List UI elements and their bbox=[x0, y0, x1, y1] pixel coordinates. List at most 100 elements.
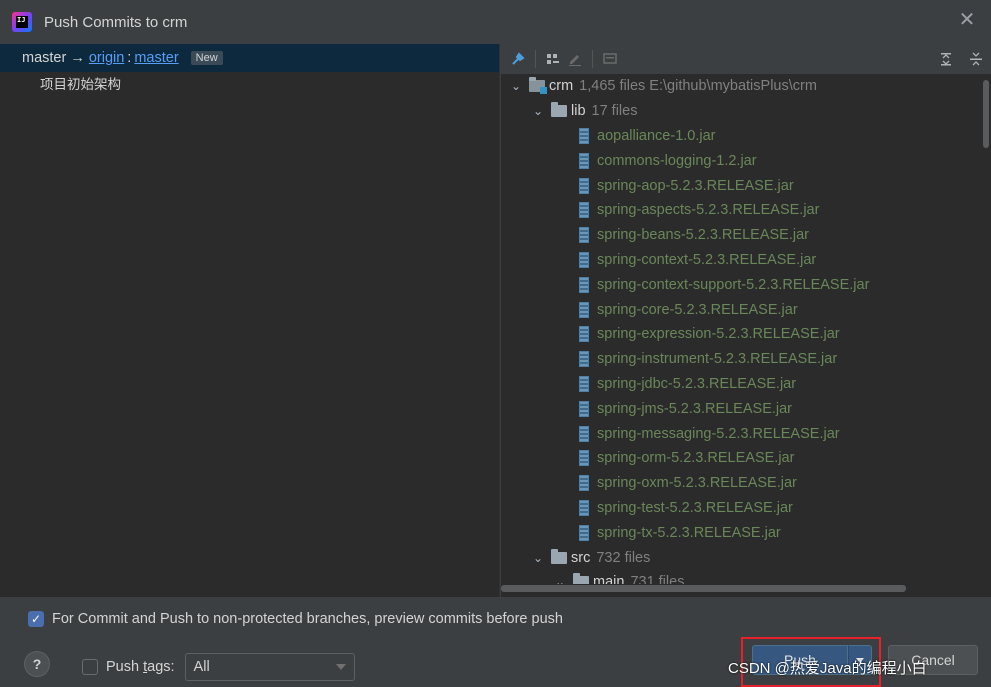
tree-node-name: src bbox=[571, 549, 591, 566]
arrow-icon: → bbox=[70, 50, 85, 66]
push-tags-label: Push tags: bbox=[106, 659, 175, 675]
chevron-down-icon[interactable]: ⌄ bbox=[531, 104, 545, 118]
jar-file-icon bbox=[579, 177, 589, 194]
jar-file-name: spring-core-5.2.3.RELEASE.jar bbox=[597, 301, 798, 318]
jar-file-icon bbox=[579, 152, 589, 169]
tree-file-jar[interactable]: spring-aspects-5.2.3.RELEASE.jar bbox=[501, 198, 983, 223]
tree-node-main[interactable]: ⌄ main 731 files bbox=[501, 570, 983, 584]
tree-file-jar[interactable]: spring-expression-5.2.3.RELEASE.jar bbox=[501, 322, 983, 347]
jar-file-name: spring-test-5.2.3.RELEASE.jar bbox=[597, 499, 793, 516]
tree-node-lib[interactable]: ⌄ lib 17 files bbox=[501, 99, 983, 124]
branch-row[interactable]: master → origin : master New bbox=[0, 44, 499, 72]
help-button[interactable]: ? bbox=[24, 651, 50, 677]
window-title: Push Commits to crm bbox=[44, 13, 188, 31]
file-tree: ⌄ crm 1,465 files E:\github\mybatisPlus\… bbox=[501, 74, 983, 584]
remote-branch-link[interactable]: master bbox=[134, 50, 178, 66]
jar-file-icon bbox=[579, 400, 589, 417]
title-bar: IJ Push Commits to crm ✕ bbox=[0, 0, 991, 44]
jar-file-icon bbox=[579, 251, 589, 268]
tree-node-meta: 731 files bbox=[630, 574, 685, 584]
preview-icon[interactable] bbox=[599, 48, 621, 70]
jar-file-icon bbox=[579, 375, 589, 392]
expand-all-icon[interactable] bbox=[935, 48, 957, 70]
edit-icon[interactable] bbox=[564, 48, 586, 70]
horizontal-scrollbar[interactable] bbox=[501, 585, 906, 592]
chevron-down-icon[interactable]: ⌄ bbox=[509, 79, 523, 93]
pin-icon[interactable] bbox=[507, 48, 529, 70]
jar-file-icon bbox=[579, 425, 589, 442]
push-tags-checkbox[interactable] bbox=[82, 659, 98, 675]
push-tags-label-suffix: ags: bbox=[147, 659, 175, 675]
tree-node-crm[interactable]: ⌄ crm 1,465 files E:\github\mybatisPlus\… bbox=[501, 74, 983, 99]
tree-file-jar[interactable]: spring-test-5.2.3.RELEASE.jar bbox=[501, 496, 983, 521]
remote-name-link[interactable]: origin bbox=[89, 50, 124, 66]
chevron-down-icon[interactable]: ⌄ bbox=[553, 575, 567, 584]
tree-file-jar[interactable]: spring-context-support-5.2.3.RELEASE.jar bbox=[501, 272, 983, 297]
changes-pane: ⌄ crm 1,465 files E:\github\mybatisPlus\… bbox=[501, 44, 991, 597]
folder-icon bbox=[573, 573, 589, 584]
preview-commits-option[interactable]: For Commit and Push to non-protected bra… bbox=[28, 611, 563, 627]
jar-file-icon bbox=[579, 127, 589, 144]
jar-file-name: spring-orm-5.2.3.RELEASE.jar bbox=[597, 450, 795, 467]
tree-file-jar[interactable]: spring-oxm-5.2.3.RELEASE.jar bbox=[501, 471, 983, 496]
tags-select[interactable]: All bbox=[184, 653, 355, 681]
dialog-footer: For Commit and Push to non-protected bra… bbox=[0, 597, 991, 687]
preview-commits-label: For Commit and Push to non-protected bra… bbox=[52, 611, 563, 627]
jar-file-icon bbox=[579, 301, 589, 318]
jar-file-icon bbox=[579, 524, 589, 541]
tree-node-meta: 732 files bbox=[596, 549, 651, 566]
branch-separator: : bbox=[127, 50, 132, 66]
tree-node-meta: 1,465 files E:\github\mybatisPlus\crm bbox=[579, 78, 817, 95]
close-icon[interactable]: ✕ bbox=[957, 10, 977, 30]
tree-file-jar[interactable]: spring-instrument-5.2.3.RELEASE.jar bbox=[501, 347, 983, 372]
preview-commits-checkbox[interactable] bbox=[28, 611, 44, 627]
new-branch-badge: New bbox=[190, 51, 223, 65]
group-icon[interactable] bbox=[542, 48, 564, 70]
jar-file-name: spring-aspects-5.2.3.RELEASE.jar bbox=[597, 202, 820, 219]
jar-list: aopalliance-1.0.jar commons-logging-1.2.j… bbox=[501, 124, 983, 546]
push-tags-label-prefix: Push bbox=[106, 659, 144, 675]
jar-file-icon bbox=[579, 499, 589, 516]
jar-file-name: spring-expression-5.2.3.RELEASE.jar bbox=[597, 326, 840, 343]
push-button[interactable]: Push bbox=[752, 645, 848, 675]
toolbar-separator bbox=[592, 50, 593, 68]
jar-file-name: spring-context-support-5.2.3.RELEASE.jar bbox=[597, 276, 870, 293]
jar-file-name: commons-logging-1.2.jar bbox=[597, 152, 757, 169]
push-tags-option[interactable]: Push tags: All bbox=[82, 653, 355, 681]
folder-icon bbox=[551, 548, 567, 564]
chevron-down-icon bbox=[335, 664, 346, 670]
tree-file-jar[interactable]: spring-orm-5.2.3.RELEASE.jar bbox=[501, 446, 983, 471]
tree-node-name: crm bbox=[549, 78, 574, 95]
changes-toolbar bbox=[501, 44, 991, 74]
push-button-group: Push bbox=[752, 645, 872, 675]
tree-file-jar[interactable]: spring-aop-5.2.3.RELEASE.jar bbox=[501, 173, 983, 198]
vertical-scrollbar[interactable] bbox=[983, 80, 989, 148]
push-options-dropdown[interactable] bbox=[848, 645, 872, 675]
tree-file-jar[interactable]: spring-beans-5.2.3.RELEASE.jar bbox=[501, 223, 983, 248]
local-branch: master bbox=[22, 50, 67, 66]
jar-file-name: spring-messaging-5.2.3.RELEASE.jar bbox=[597, 425, 840, 442]
tree-file-jar[interactable]: spring-jdbc-5.2.3.RELEASE.jar bbox=[501, 372, 983, 397]
jar-file-name: spring-oxm-5.2.3.RELEASE.jar bbox=[597, 475, 797, 492]
chevron-down-icon[interactable]: ⌄ bbox=[531, 551, 545, 565]
tree-file-jar[interactable]: aopalliance-1.0.jar bbox=[501, 124, 983, 149]
tree-file-jar[interactable]: spring-context-5.2.3.RELEASE.jar bbox=[501, 248, 983, 273]
jar-file-name: spring-aop-5.2.3.RELEASE.jar bbox=[597, 177, 794, 194]
jar-file-name: spring-tx-5.2.3.RELEASE.jar bbox=[597, 524, 781, 541]
tree-file-jar[interactable]: commons-logging-1.2.jar bbox=[501, 148, 983, 173]
jar-file-name: aopalliance-1.0.jar bbox=[597, 127, 716, 144]
tree-file-jar[interactable]: spring-jms-5.2.3.RELEASE.jar bbox=[501, 396, 983, 421]
commit-item[interactable]: 项目初始架构 bbox=[0, 72, 499, 94]
tree-file-jar[interactable]: spring-messaging-5.2.3.RELEASE.jar bbox=[501, 421, 983, 446]
jar-file-icon bbox=[579, 351, 589, 368]
tree-node-src[interactable]: ⌄ src 732 files bbox=[501, 545, 983, 570]
tree-file-jar[interactable]: spring-tx-5.2.3.RELEASE.jar bbox=[501, 520, 983, 545]
tree-node-name: main bbox=[593, 574, 625, 584]
jar-file-name: spring-jdbc-5.2.3.RELEASE.jar bbox=[597, 375, 797, 392]
cancel-button[interactable]: Cancel bbox=[888, 645, 978, 675]
collapse-all-icon[interactable] bbox=[965, 48, 987, 70]
jar-file-name: spring-context-5.2.3.RELEASE.jar bbox=[597, 251, 817, 268]
tree-file-jar[interactable]: spring-core-5.2.3.RELEASE.jar bbox=[501, 297, 983, 322]
module-folder-icon bbox=[529, 77, 547, 95]
folder-icon bbox=[551, 102, 567, 118]
